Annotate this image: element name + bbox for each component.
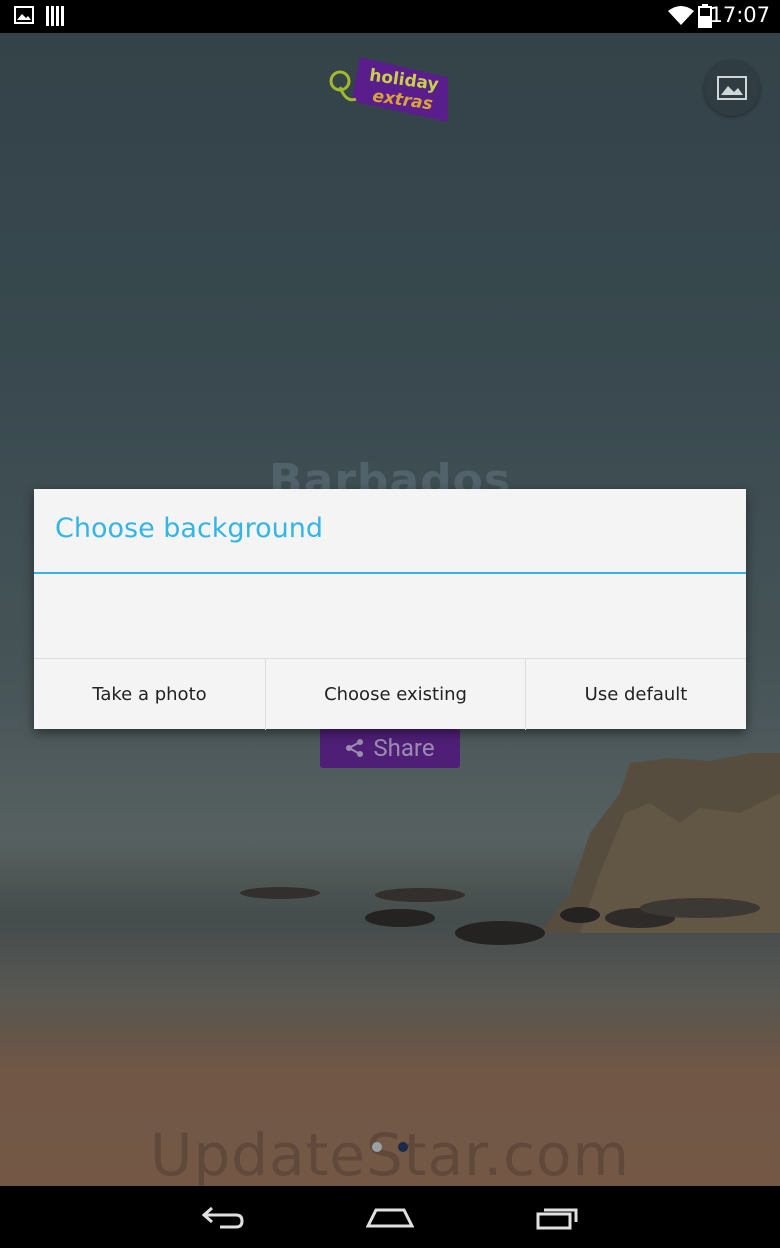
page-indicator-dot-active [398, 1142, 408, 1152]
choose-existing-button[interactable]: Choose existing [265, 659, 525, 730]
status-bar: 17:07 [0, 0, 780, 33]
page-indicator-dot [372, 1142, 382, 1152]
dialog-title-divider [34, 572, 746, 574]
barcode-icon [46, 6, 64, 30]
watermark: UpdateStar.com [150, 1121, 630, 1186]
use-default-button[interactable]: Use default [525, 659, 746, 730]
wifi-icon [668, 5, 694, 29]
home-icon[interactable] [365, 1202, 415, 1236]
share-button[interactable]: Share [320, 728, 460, 768]
choose-background-dialog: Choose background Take a photo Choose ex… [34, 489, 746, 730]
holiday-extras-logo: holiday extras [329, 56, 448, 122]
image-icon [14, 6, 34, 28]
back-icon[interactable] [200, 1202, 246, 1236]
change-background-button[interactable] [704, 60, 760, 116]
picture-icon [717, 76, 747, 100]
take-photo-button[interactable]: Take a photo [34, 659, 265, 730]
clock: 17:07 [709, 3, 770, 27]
dialog-title: Choose background [55, 513, 323, 544]
share-icon [346, 739, 364, 757]
navigation-bar [0, 1186, 780, 1248]
share-label: Share [373, 734, 435, 762]
recents-icon[interactable] [534, 1202, 582, 1236]
dialog-button-bar: Take a photo Choose existing Use default [34, 658, 746, 730]
